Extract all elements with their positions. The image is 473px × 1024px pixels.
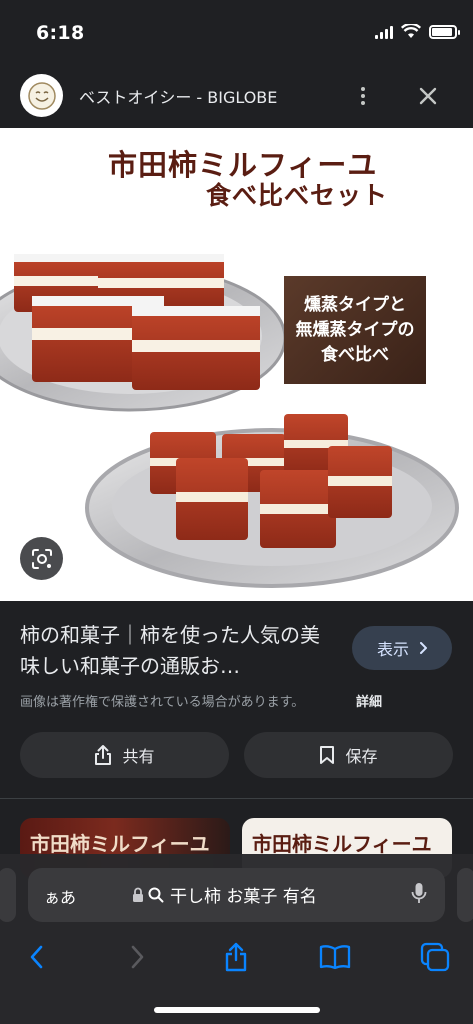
product-image[interactable]: 市田柿ミルフィーユ 食べ比べセット 燻蒸タイプと 無燻蒸タイプの 食べ比べ <box>0 128 473 601</box>
view-button[interactable]: 表示 <box>352 626 452 670</box>
promo-line: 燻蒸タイプと <box>304 294 406 315</box>
tabs-icon <box>420 942 450 972</box>
wifi-icon <box>401 24 421 38</box>
bookmarks-button[interactable] <box>317 940 353 974</box>
site-header: ベストオイシー - BIGLOBE <box>0 64 473 128</box>
result-title[interactable]: 柿の和菓子｜柿を使った人気の美味しい和菓子の通販お… <box>20 620 330 682</box>
microphone-icon[interactable] <box>411 882 427 906</box>
more-vertical-icon[interactable] <box>352 82 374 110</box>
back-icon <box>30 945 43 969</box>
search-icon <box>148 887 164 902</box>
next-tab-peek[interactable] <box>457 868 473 922</box>
save-button-label: 保存 <box>345 747 378 766</box>
status-icons <box>375 24 460 39</box>
share-button[interactable]: 共有 <box>20 732 229 778</box>
browser-bottom-bar: ぁあ 干し柿 お菓子 有名 <box>0 854 473 1024</box>
share-icon <box>95 745 112 765</box>
details-link[interactable]: 詳細 <box>356 691 382 710</box>
tabs-button[interactable] <box>417 940 453 974</box>
battery-level <box>432 27 452 36</box>
address-bar[interactable]: ぁあ 干し柿 お菓子 有名 <box>28 868 445 922</box>
google-lens-icon[interactable] <box>20 537 63 580</box>
thumbnail-text: 市田柿ミルフィーユ <box>252 832 432 856</box>
thumbnail-text: 市田柿ミルフィーユ <box>30 832 210 856</box>
back-button[interactable] <box>18 940 54 974</box>
home-indicator <box>154 1007 320 1013</box>
text-size-button[interactable]: ぁあ <box>44 884 76 908</box>
lock-icon <box>133 887 143 902</box>
share-icon <box>225 942 247 972</box>
chevron-right-icon <box>420 642 427 654</box>
status-time: 6:18 <box>36 22 85 44</box>
cellular-signal-icon <box>375 25 393 39</box>
share-button-label: 共有 <box>122 747 155 766</box>
status-bar: 6:18 <box>0 0 473 64</box>
battery-icon <box>429 24 460 39</box>
promo-line: 無燻蒸タイプの <box>295 319 415 340</box>
share-page-button[interactable] <box>218 940 254 974</box>
copyright-notice: 画像は著作権で保護されている場合があります。 <box>20 695 305 710</box>
previous-tab-peek[interactable] <box>0 868 16 922</box>
search-query: 干し柿 お菓子 有名 <box>170 887 317 907</box>
forward-button[interactable] <box>120 940 156 974</box>
save-button[interactable]: 保存 <box>244 732 453 778</box>
forward-icon <box>131 945 144 969</box>
view-button-label: 表示 <box>376 640 409 659</box>
address-field[interactable]: 干し柿 お菓子 有名 <box>132 882 317 907</box>
close-icon[interactable] <box>414 82 442 110</box>
promo-line: 食べ比べ <box>321 344 389 365</box>
smiley-face-icon[interactable] <box>20 74 63 117</box>
site-name[interactable]: ベストオイシー - BIGLOBE <box>79 84 277 108</box>
promo-label-box: 燻蒸タイプと 無燻蒸タイプの 食べ比べ <box>284 276 426 384</box>
bookmarks-icon <box>319 945 351 970</box>
bookmark-icon <box>320 746 335 764</box>
divider <box>0 798 473 799</box>
